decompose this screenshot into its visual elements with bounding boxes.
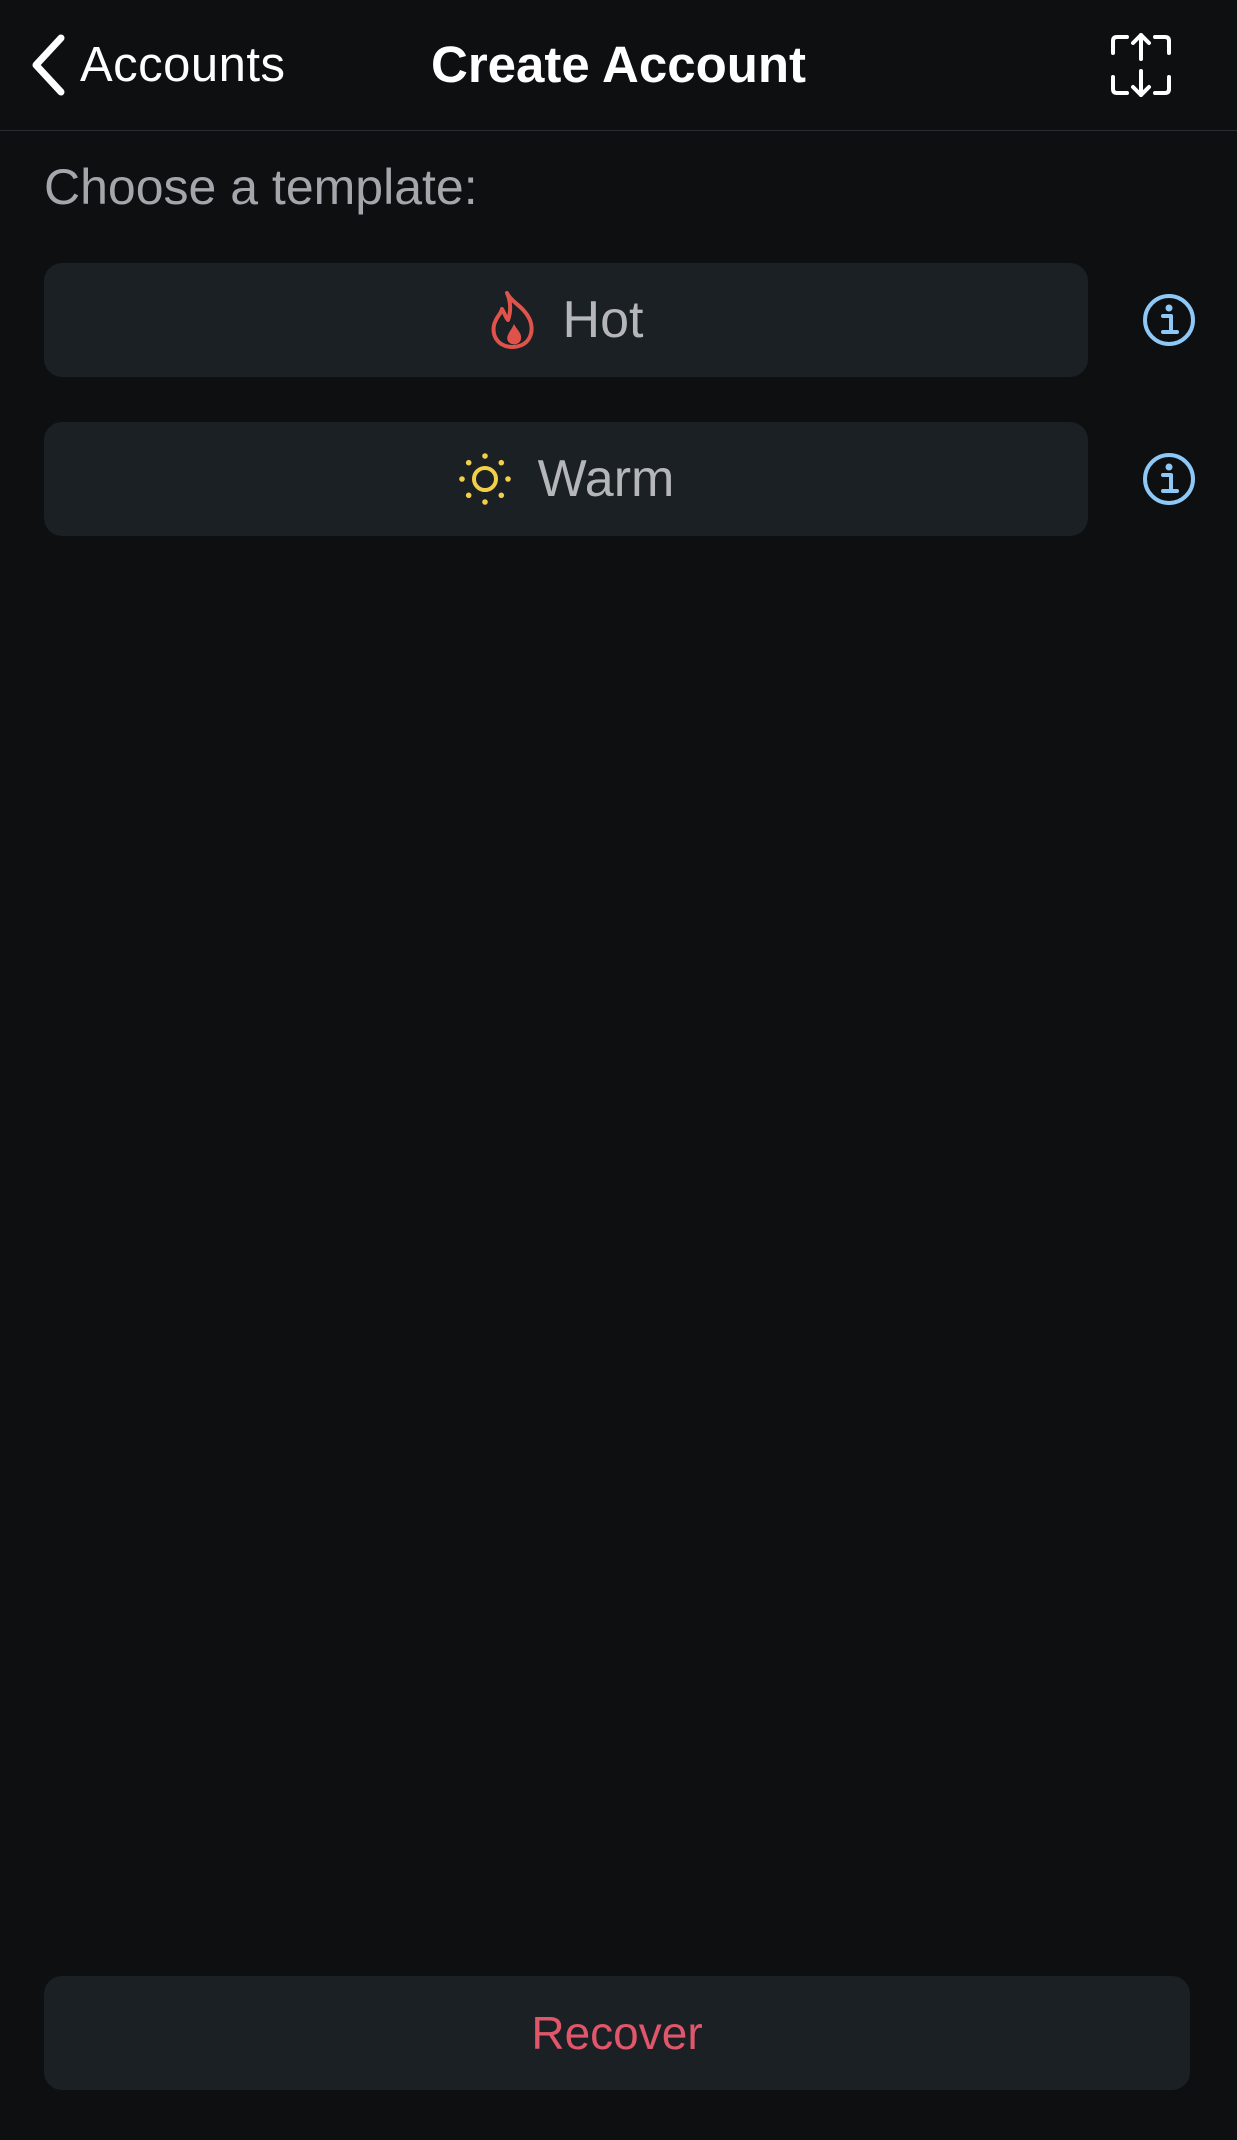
recover-button-label: Recover xyxy=(531,2007,703,2059)
scan-import-button[interactable] xyxy=(1109,33,1173,97)
template-info-button-hot[interactable] xyxy=(1142,293,1196,347)
back-button[interactable]: Accounts xyxy=(30,30,286,100)
info-icon xyxy=(1143,453,1195,505)
navigation-bar: Accounts Create Account xyxy=(0,0,1237,131)
template-row-hot: Hot xyxy=(44,263,1196,377)
scan-import-icon xyxy=(1111,33,1171,97)
info-icon xyxy=(1143,294,1195,346)
flame-icon xyxy=(491,291,534,349)
chevron-left-icon xyxy=(32,34,65,96)
recover-button[interactable]: Recover xyxy=(44,1976,1190,2090)
template-row-warm: Warm xyxy=(44,422,1196,536)
sun-icon xyxy=(458,453,511,505)
template-button-hot-label: Hot xyxy=(562,291,644,349)
template-section-label: Choose a template: xyxy=(44,159,478,215)
page-title: Create Account xyxy=(430,36,807,93)
template-button-hot[interactable]: Hot xyxy=(44,263,1088,377)
back-button-label: Accounts xyxy=(80,38,286,92)
template-button-warm-label: Warm xyxy=(537,450,675,508)
create-account-screen: Accounts Create Account Choose a templat… xyxy=(0,0,1237,2140)
template-info-button-warm[interactable] xyxy=(1142,452,1196,506)
template-button-warm[interactable]: Warm xyxy=(44,422,1088,536)
